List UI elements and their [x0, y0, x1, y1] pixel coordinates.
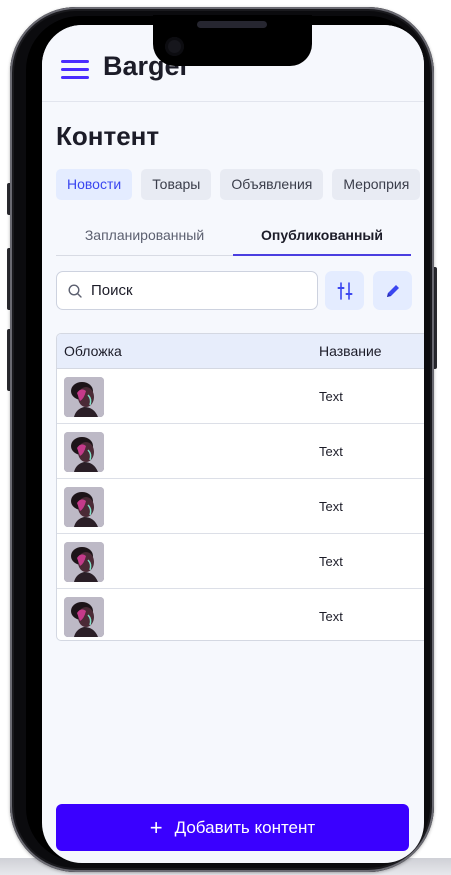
table-row[interactable]: Text	[57, 534, 424, 589]
add-content-button[interactable]: + Добавить контент	[56, 804, 409, 851]
screen: Bargel Контент Новости Товары Объявления…	[42, 25, 424, 863]
search-box	[56, 271, 318, 310]
edit-button[interactable]	[373, 271, 412, 310]
front-camera	[165, 37, 184, 56]
chip-ads[interactable]: Объявления	[220, 169, 324, 200]
table-row[interactable]: Text	[57, 424, 424, 479]
row-title: Text	[319, 389, 343, 404]
filter-button[interactable]	[325, 271, 364, 310]
chip-events[interactable]: Мероприя	[332, 169, 421, 200]
cover-thumbnail-image	[64, 542, 104, 582]
category-chips: Новости Товары Объявления Мероприя	[56, 169, 421, 200]
add-content-label: Добавить контент	[174, 817, 316, 837]
search-icon	[68, 284, 82, 298]
cover-thumbnail-image	[64, 377, 104, 417]
table-row[interactable]: Text	[57, 589, 424, 640]
phone-frame: Bargel Контент Новости Товары Объявления…	[10, 7, 434, 872]
cover-thumbnail-image	[64, 597, 104, 637]
column-header-name: Название	[319, 343, 382, 359]
table-row[interactable]: Text	[57, 369, 424, 424]
table-row[interactable]: Text	[57, 479, 424, 534]
column-header-cover: Обложка	[64, 343, 122, 359]
row-title: Text	[319, 444, 343, 459]
filter-sliders-icon	[337, 281, 352, 300]
cover-thumbnail-image	[64, 487, 104, 527]
search-input[interactable]	[91, 272, 311, 309]
pencil-icon	[386, 284, 399, 297]
row-title: Text	[319, 499, 343, 514]
tab-published[interactable]: Опубликованный	[233, 221, 411, 256]
page-title: Контент	[56, 121, 160, 151]
chip-goods[interactable]: Товары	[141, 169, 212, 200]
menu-icon[interactable]	[61, 60, 89, 80]
content-table: Обложка Название Text Text Text Text Tex…	[56, 333, 424, 641]
tab-planned[interactable]: Запланированный	[56, 221, 233, 256]
row-title: Text	[319, 554, 343, 569]
row-title: Text	[319, 609, 343, 624]
speaker-grille	[197, 21, 267, 28]
chip-news[interactable]: Новости	[56, 169, 133, 200]
cover-thumbnail-image	[64, 432, 104, 472]
plus-icon: +	[149, 814, 163, 840]
table-header: Обложка Название	[57, 334, 424, 369]
status-tabs: Запланированный Опубликованный	[56, 221, 411, 256]
